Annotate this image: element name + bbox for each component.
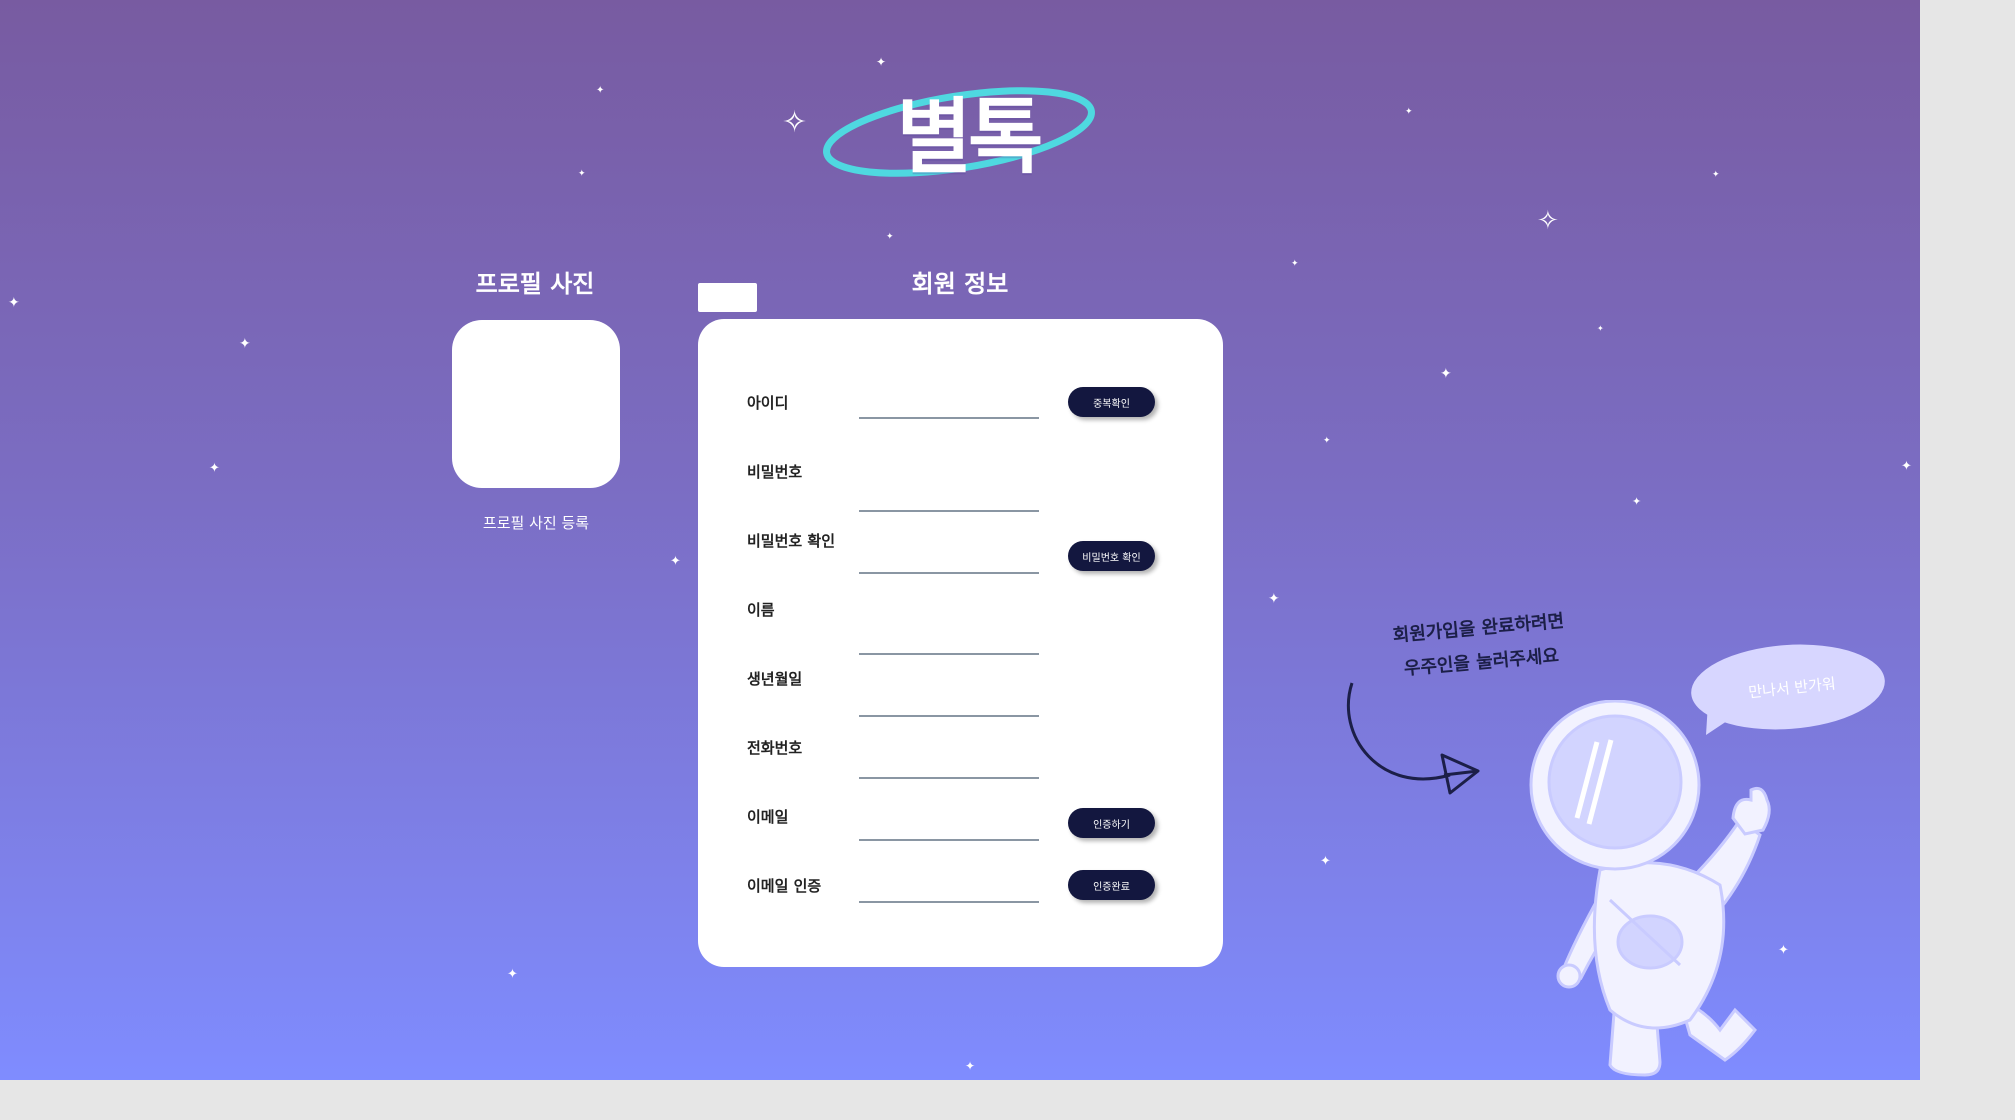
id-input[interactable]: [859, 389, 1039, 419]
birthdate-input[interactable]: [859, 687, 1039, 717]
sparkle-star-icon: ✦: [507, 967, 518, 982]
password-confirm-label: 비밀번호 확인: [747, 532, 836, 550]
sparkle-star-icon: ✦: [1712, 170, 1720, 180]
profile-photo-register-link[interactable]: 프로필 사진 등록: [452, 512, 620, 533]
password-label: 비밀번호: [747, 463, 803, 481]
card-tab[interactable]: [698, 283, 757, 312]
sparkle-star-icon: ✦: [1320, 854, 1331, 869]
astronaut-illustration[interactable]: [1515, 700, 1815, 1080]
signup-form-card: 아이디 중복확인 비밀번호 비밀번호 확인 비밀번호 확인 이름 생년월일 전화…: [698, 319, 1223, 967]
name-input[interactable]: [859, 625, 1039, 655]
sparkle-star-icon: ✦: [876, 55, 887, 69]
sparkle-star-icon: ✦: [1632, 495, 1642, 508]
sparkle-star-icon: ✧: [782, 105, 808, 140]
password-confirm-input[interactable]: [859, 544, 1039, 574]
curved-arrow-icon: [1346, 682, 1480, 795]
email-label: 이메일: [747, 808, 789, 826]
sparkle-star-icon: ✦: [209, 461, 220, 476]
profile-photo-title: 프로필 사진: [475, 270, 595, 298]
sparkle-star-icon: ✦: [1268, 591, 1280, 607]
sparkle-star-icon: ✦: [596, 85, 605, 96]
logo-text: 별톡: [896, 90, 1044, 185]
name-label: 이름: [747, 601, 775, 619]
email-code-label: 이메일 인증: [747, 877, 822, 895]
email-verify-complete-button[interactable]: 인증완료: [1068, 870, 1155, 900]
sparkle-star-icon: ✦: [670, 554, 681, 569]
sparkle-star-icon: ✦: [886, 232, 894, 242]
sparkle-star-icon: ✦: [8, 295, 20, 311]
sparkle-star-icon: ✦: [1405, 107, 1413, 117]
birthdate-label: 생년월일: [747, 670, 803, 688]
password-confirm-button[interactable]: 비밀번호 확인: [1068, 541, 1155, 571]
sparkle-star-icon: ✦: [239, 336, 251, 352]
member-info-title: 회원 정보: [911, 270, 1009, 298]
logo: 별톡: [818, 70, 1100, 186]
password-input[interactable]: [859, 482, 1039, 512]
phone-input[interactable]: [859, 749, 1039, 779]
email-code-input[interactable]: [859, 873, 1039, 903]
sparkle-star-icon: ✦: [1323, 436, 1331, 446]
sparkle-star-icon: ✦: [1440, 366, 1452, 382]
sparkle-star-icon: ✦: [1597, 324, 1604, 333]
sparkle-star-icon: ✦: [578, 169, 586, 179]
sparkle-star-icon: ✦: [965, 1059, 976, 1073]
id-duplicate-check-button[interactable]: 중복확인: [1068, 387, 1155, 417]
sparkle-star-icon: ✦: [1901, 459, 1912, 474]
signup-page: ✦ ✦ ✧ ✦ ✦ ✦ ✦ ✦ ✦ ✦ ✦ ✦ ✧ ✦ ✦ ✦ ✦ ✦ ✦ ✦ …: [0, 0, 1920, 1080]
sparkle-star-icon: ✧: [1537, 206, 1559, 236]
profile-photo-upload-box[interactable]: [452, 320, 620, 488]
email-input[interactable]: [859, 811, 1039, 841]
phone-label: 전화번호: [747, 739, 803, 757]
sparkle-star-icon: ✦: [1291, 259, 1299, 269]
email-verify-button[interactable]: 인증하기: [1068, 808, 1155, 838]
id-label: 아이디: [747, 394, 789, 412]
